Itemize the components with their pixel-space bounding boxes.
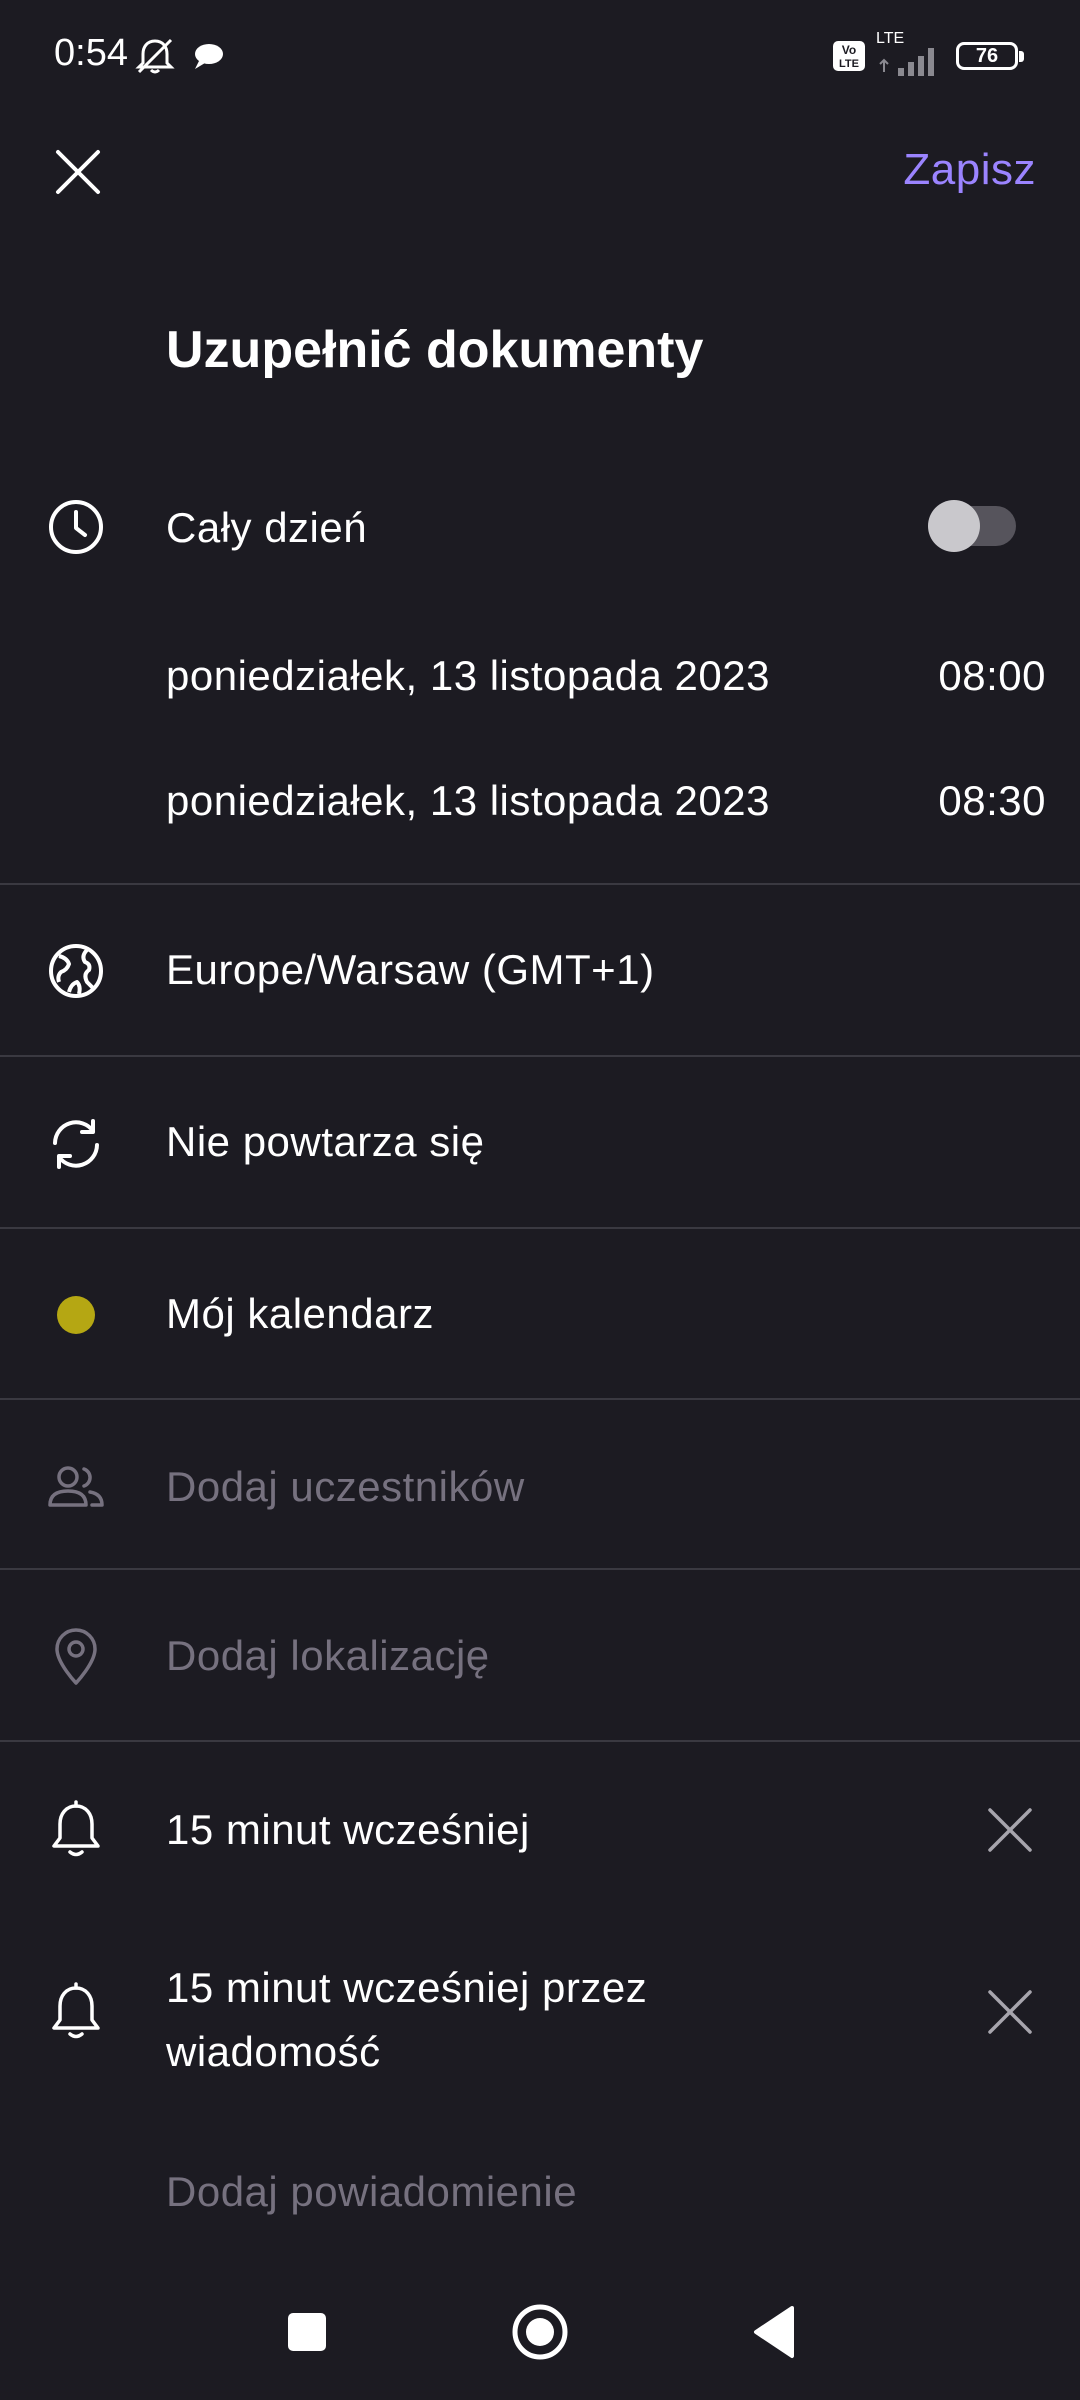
close-icon xyxy=(56,150,100,194)
signal-icon: LTE xyxy=(876,30,946,78)
chat-bubble-icon xyxy=(191,41,225,71)
divider xyxy=(0,1398,1080,1400)
timezone-value[interactable]: Europe/Warsaw (GMT+1) xyxy=(166,946,655,994)
globe-icon xyxy=(46,941,106,1001)
bell-icon xyxy=(46,1800,106,1860)
add-attendees-button[interactable]: Dodaj uczestników xyxy=(166,1463,525,1511)
save-button[interactable]: Zapisz xyxy=(903,145,1036,195)
start-time[interactable]: 08:00 xyxy=(938,652,1046,700)
calendar-color-indicator xyxy=(46,1285,106,1345)
battery-indicator: 76 xyxy=(956,42,1024,70)
svg-text:Vo: Vo xyxy=(842,43,856,57)
divider xyxy=(0,1740,1080,1742)
status-time: 0:54 xyxy=(54,32,128,74)
home-button[interactable] xyxy=(511,2303,569,2361)
remove-notification-button[interactable] xyxy=(978,1798,1042,1862)
notification-item[interactable]: 15 minut wcześniej xyxy=(166,1806,530,1854)
divider xyxy=(0,1227,1080,1229)
close-button[interactable] xyxy=(44,138,112,206)
event-title[interactable]: Uzupełnić dokumenty xyxy=(166,320,703,380)
notification-item[interactable]: 15 minut wcześniej przez wiadomość xyxy=(166,1956,647,2084)
bell-icon xyxy=(46,1982,106,2042)
divider xyxy=(0,883,1080,885)
back-triangle-icon xyxy=(754,2306,794,2358)
divider xyxy=(0,1055,1080,1057)
battery-level: 76 xyxy=(975,44,999,67)
close-icon xyxy=(988,1990,1032,2034)
end-date[interactable]: poniedziałek, 13 listopada 2023 xyxy=(166,777,770,825)
repeat-icon xyxy=(46,1114,106,1174)
end-time[interactable]: 08:30 xyxy=(938,777,1046,825)
notification-text-line2: wiadomość xyxy=(166,2028,381,2075)
volte-icon: Vo LTE xyxy=(832,40,866,72)
close-icon xyxy=(988,1808,1032,1852)
toggle-knob xyxy=(928,500,980,552)
start-date[interactable]: poniedziałek, 13 listopada 2023 xyxy=(166,652,770,700)
calendar-value[interactable]: Mój kalendarz xyxy=(166,1290,434,1338)
calendar-color-dot xyxy=(57,1296,95,1334)
clock-icon xyxy=(46,497,106,557)
remove-notification-button[interactable] xyxy=(978,1980,1042,2044)
home-circle-icon xyxy=(512,2304,568,2360)
add-location-button[interactable]: Dodaj lokalizację xyxy=(166,1632,490,1680)
all-day-toggle[interactable] xyxy=(928,500,1016,552)
people-icon xyxy=(46,1458,106,1518)
bell-off-icon xyxy=(133,36,177,76)
notification-text-line1: 15 minut wcześniej przez xyxy=(166,1964,648,2011)
all-day-label: Cały dzień xyxy=(166,504,368,551)
location-pin-icon xyxy=(46,1627,106,1687)
back-button[interactable] xyxy=(752,2304,794,2360)
status-icons-left xyxy=(133,36,225,76)
svg-text:LTE: LTE xyxy=(839,58,859,70)
add-notification-button[interactable]: Dodaj powiadomienie xyxy=(166,2168,577,2216)
recent-apps-button[interactable] xyxy=(288,2313,326,2351)
divider xyxy=(0,1568,1080,1570)
notification-text: 15 minut wcześniej xyxy=(166,1806,530,1853)
status-icons-right: Vo LTE LTE 76 xyxy=(832,30,1024,78)
repeat-value[interactable]: Nie powtarza się xyxy=(166,1118,484,1166)
